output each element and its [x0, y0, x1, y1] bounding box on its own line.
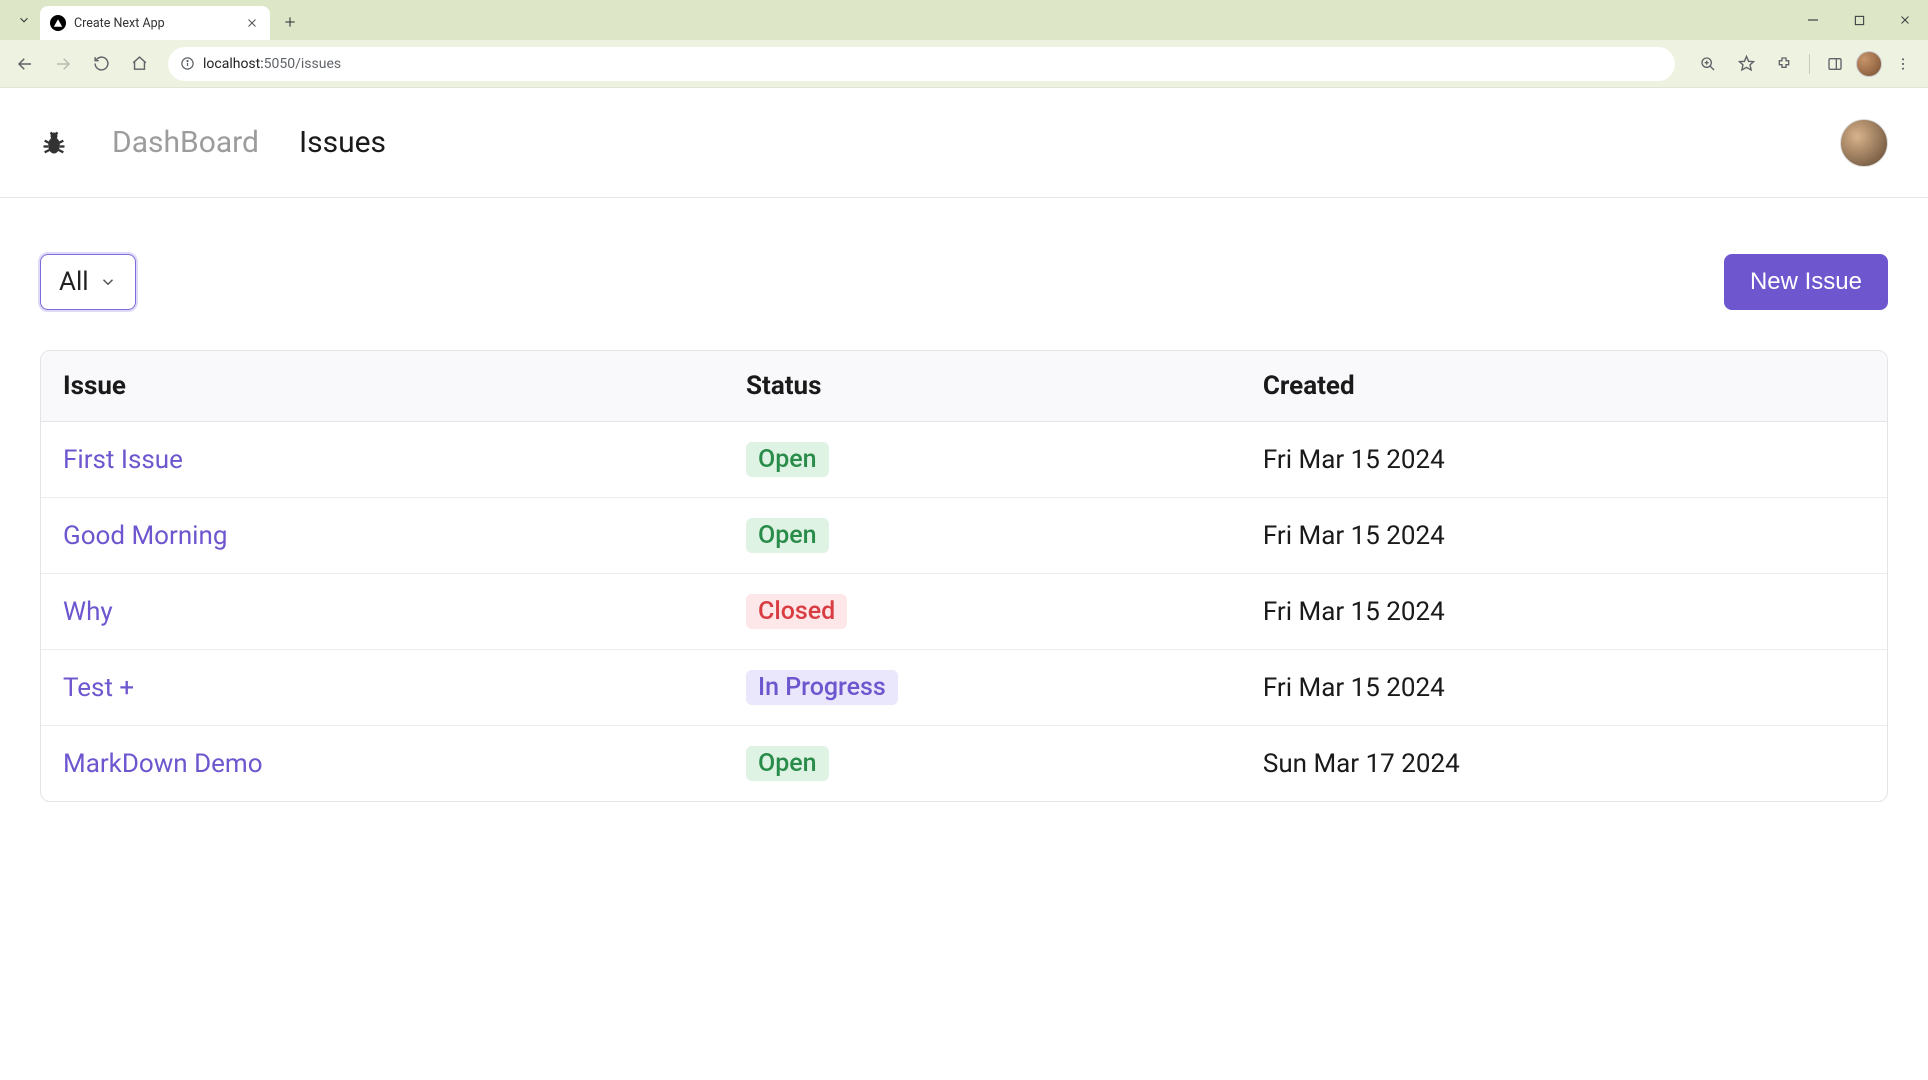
issue-link[interactable]: Good Morning [63, 521, 227, 551]
status-badge: Closed [746, 594, 847, 629]
favicon-icon [50, 15, 66, 31]
app-page: DashBoard Issues All New Issue Issue Sta… [0, 88, 1928, 858]
status-badge: Open [746, 746, 829, 781]
nav-back-button[interactable] [8, 47, 42, 81]
status-badge: Open [746, 518, 829, 553]
new-issue-button[interactable]: New Issue [1724, 254, 1888, 310]
created-date: Fri Mar 15 2024 [1241, 498, 1887, 574]
side-panel-icon[interactable] [1818, 47, 1852, 81]
browser-profile-avatar[interactable] [1856, 51, 1882, 77]
table-row: Why Closed Fri Mar 15 2024 [41, 574, 1887, 650]
browser-menu-icon[interactable] [1886, 47, 1920, 81]
status-badge: Open [746, 442, 829, 477]
table-row: Good Morning Open Fri Mar 15 2024 [41, 498, 1887, 574]
window-maximize-button[interactable] [1836, 0, 1882, 40]
created-date: Fri Mar 15 2024 [1241, 422, 1887, 498]
tab-search-button[interactable] [12, 8, 36, 32]
created-date: Fri Mar 15 2024 [1241, 574, 1887, 650]
column-header-created[interactable]: Created [1241, 351, 1887, 422]
table-row: First Issue Open Fri Mar 15 2024 [41, 422, 1887, 498]
nav-home-button[interactable] [122, 47, 156, 81]
browser-chrome: Create Next App [0, 0, 1928, 88]
zoom-icon[interactable] [1691, 47, 1725, 81]
new-tab-button[interactable] [276, 8, 304, 36]
toolbar-right [1691, 47, 1920, 81]
app-nav: DashBoard Issues [112, 125, 386, 160]
url-text: localhost:5050/issues [203, 56, 341, 72]
table-row: MarkDown Demo Open Sun Mar 17 2024 [41, 726, 1887, 801]
site-info-icon[interactable] [180, 56, 195, 71]
content-area: All New Issue Issue Status Created First… [0, 198, 1928, 858]
table-row: Test + In Progress Fri Mar 15 2024 [41, 650, 1887, 726]
issue-link[interactable]: Why [63, 597, 113, 627]
nav-forward-button[interactable] [46, 47, 80, 81]
filter-label: All [59, 267, 89, 297]
tab-title: Create Next App [74, 16, 236, 31]
window-minimize-button[interactable] [1790, 0, 1836, 40]
window-controls [1790, 0, 1928, 40]
extensions-icon[interactable] [1767, 47, 1801, 81]
chevron-down-icon [99, 273, 117, 291]
issues-table: Issue Status Created First Issue Open Fri … [40, 350, 1888, 802]
issue-link[interactable]: First Issue [63, 445, 183, 475]
bookmark-star-icon[interactable] [1729, 47, 1763, 81]
address-bar[interactable]: localhost:5050/issues [168, 47, 1675, 81]
browser-toolbar: localhost:5050/issues [0, 40, 1928, 88]
column-header-issue[interactable]: Issue [41, 351, 724, 422]
status-filter-select[interactable]: All [40, 254, 136, 310]
nav-reload-button[interactable] [84, 47, 118, 81]
issue-link[interactable]: MarkDown Demo [63, 749, 263, 779]
window-close-button[interactable] [1882, 0, 1928, 40]
nav-link-dashboard[interactable]: DashBoard [112, 125, 259, 160]
nav-link-issues[interactable]: Issues [299, 125, 386, 160]
tab-close-button[interactable] [244, 15, 260, 31]
controls-row: All New Issue [40, 254, 1888, 310]
issue-link[interactable]: Test + [63, 673, 134, 703]
column-header-status[interactable]: Status [724, 351, 1241, 422]
app-header: DashBoard Issues [0, 88, 1928, 198]
user-avatar[interactable] [1840, 119, 1888, 167]
created-date: Fri Mar 15 2024 [1241, 650, 1887, 726]
bug-logo-icon[interactable] [40, 129, 68, 157]
browser-tab[interactable]: Create Next App [40, 6, 270, 40]
tab-strip: Create Next App [0, 0, 1928, 40]
created-date: Sun Mar 17 2024 [1241, 726, 1887, 801]
status-badge: In Progress [746, 670, 898, 705]
